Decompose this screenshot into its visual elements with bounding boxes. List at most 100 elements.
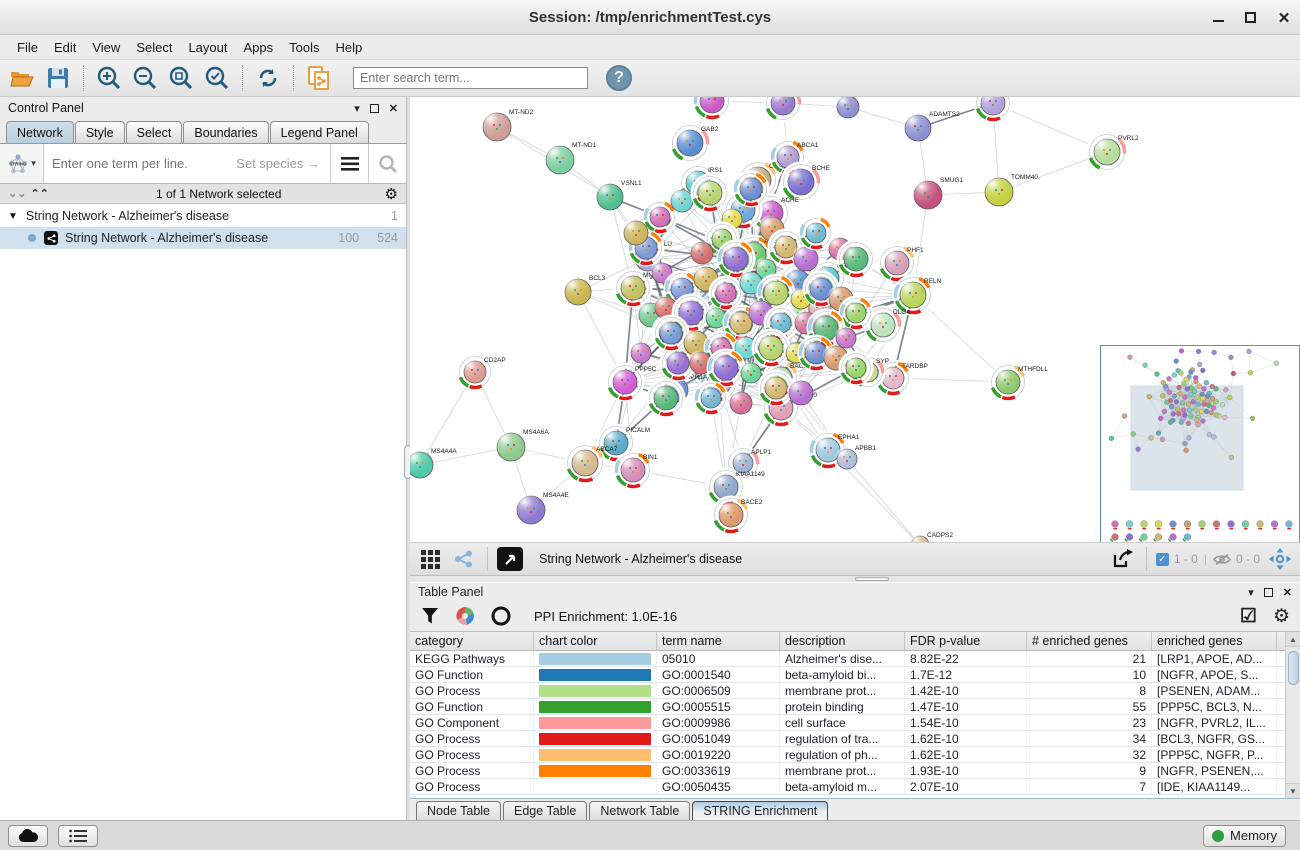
node-SMUG1[interactable]: SMUG1 (913, 177, 964, 209)
close-panel-icon[interactable]: ✕ (389, 102, 398, 115)
node-MT-ND2[interactable]: MT-ND2 (482, 109, 534, 141)
tab-string-enrichment[interactable]: STRING Enrichment (692, 801, 828, 820)
node-MS4A4A[interactable]: MS4A4A (410, 448, 457, 478)
node-MTHFDLL[interactable]: MTHFDLL (989, 363, 1048, 401)
column-header-enriched-genes[interactable]: enriched genes (1152, 632, 1277, 650)
node[interactable] (694, 381, 728, 415)
node-BCL3[interactable]: BCL3 (564, 275, 606, 305)
network-canvas[interactable]: MT-ND2MT-ND1VSNL1GAB2IRS1CHATABCA1BCHEAC… (410, 97, 1300, 543)
node-APBB1[interactable]: APBB1 (836, 445, 876, 469)
tab-select[interactable]: Select (126, 121, 183, 143)
node[interactable] (799, 216, 833, 250)
menu-view[interactable]: View (85, 37, 127, 58)
chart-button[interactable] (454, 605, 476, 627)
zoom-out-button[interactable] (129, 63, 161, 93)
string-search-button[interactable] (368, 144, 406, 183)
tab-boundaries[interactable]: Boundaries (183, 121, 268, 143)
node-BACE2[interactable]: BACE2 (712, 496, 763, 534)
scroll-thumb[interactable] (1288, 651, 1299, 685)
node-MS4A6A[interactable]: MS4A6A (496, 429, 550, 461)
collapse-all-icon[interactable]: ⌄⌄ (8, 187, 26, 200)
scroll-down-icon[interactable]: ▼ (1286, 783, 1300, 798)
menu-select[interactable]: Select (129, 37, 179, 58)
memory-button[interactable]: Memory (1203, 825, 1286, 847)
divider-grip-horizontal[interactable] (855, 577, 889, 581)
save-session-button[interactable] (42, 63, 74, 93)
minimize-button[interactable] (1213, 13, 1224, 22)
tab-network-table[interactable]: Network Table (589, 801, 690, 820)
tab-network[interactable]: Network (6, 121, 74, 143)
export-network-button[interactable] (1109, 547, 1137, 571)
table-row[interactable]: GO ProcessGO:0050435beta-amyloid m...2.0… (410, 779, 1285, 795)
node[interactable] (729, 390, 752, 414)
enrichment-table[interactable]: categorychart colorterm namedescriptionF… (410, 632, 1285, 798)
float-panel-icon[interactable] (370, 104, 379, 113)
node[interactable] (740, 362, 761, 383)
table-float-panel-icon[interactable] (1264, 588, 1273, 597)
node-CD2AP[interactable]: CD2AP (457, 354, 506, 390)
enrichment-settings-gear-icon[interactable]: ⚙ (1273, 605, 1290, 628)
menu-layout[interactable]: Layout (181, 37, 234, 58)
network-row-selected[interactable]: String Network - Alzheimer's disease 100… (0, 227, 406, 249)
node-CADPS2[interactable]: CADPS2 (910, 532, 953, 543)
panel-menu-icon[interactable]: ▾ (354, 102, 360, 115)
node[interactable] (630, 342, 651, 363)
node-ADAMTS2[interactable]: ADAMTS2 (904, 111, 960, 141)
search-input[interactable] (353, 67, 588, 89)
birdseye-toggle-button[interactable] (450, 547, 478, 571)
refresh-button[interactable] (252, 63, 284, 93)
node-BCHE[interactable]: BCHE (781, 162, 831, 202)
column-header-term-name[interactable]: term name (657, 632, 780, 650)
node[interactable] (974, 97, 1012, 122)
scroll-up-icon[interactable]: ▲ (1286, 632, 1300, 647)
ring-chart-button[interactable] (490, 605, 512, 627)
table-row[interactable]: KEGG Pathways05010Alzheimer's dise...8.8… (410, 651, 1285, 667)
string-database-selector[interactable]: STRING ▾ (0, 144, 44, 183)
node-TOMM40[interactable]: TOMM40 (984, 174, 1039, 206)
node[interactable] (693, 97, 731, 120)
birdseye-overview-panel[interactable] (1100, 345, 1300, 543)
menu-apps[interactable]: Apps (237, 37, 281, 58)
table-close-panel-icon[interactable]: ✕ (1283, 586, 1292, 599)
node[interactable] (733, 171, 769, 207)
table-row[interactable]: GO ProcessGO:0033619membrane prot...1.93… (410, 763, 1285, 779)
task-history-button[interactable] (58, 825, 98, 847)
maximize-button[interactable] (1245, 12, 1256, 23)
tab-legend-panel[interactable]: Legend Panel (270, 121, 369, 143)
node-VSNL1[interactable]: VSNL1 (596, 180, 642, 210)
node-PVRL2[interactable]: PVRL2 (1087, 132, 1139, 172)
table-row[interactable]: GO ComponentGO:0009986cell surface1.54E-… (410, 715, 1285, 731)
zoom-selected-button[interactable] (201, 63, 233, 93)
network-collection-row[interactable]: ▼ String Network - Alzheimer's disease 1 (0, 205, 406, 227)
copy-network-button[interactable] (303, 63, 335, 93)
table-panel-menu-icon[interactable]: ▾ (1248, 586, 1254, 599)
zoom-in-button[interactable] (93, 63, 125, 93)
node-BIN1[interactable]: BIN1 (614, 451, 658, 489)
zoom-fit-button[interactable] (165, 63, 197, 93)
node[interactable] (764, 97, 802, 122)
menu-file[interactable]: File (10, 37, 45, 58)
table-row[interactable]: GO FunctionGO:0005515protein binding1.47… (410, 699, 1285, 715)
table-panel-divider[interactable] (410, 576, 1300, 582)
node-MT-ND1[interactable]: MT-ND1 (545, 142, 597, 174)
table-row[interactable]: GO ProcessGO:0006509membrane prot...1.42… (410, 683, 1285, 699)
table-row[interactable]: GO ProcessGO:0051049regulation of tra...… (410, 731, 1285, 747)
string-options-button[interactable] (330, 144, 368, 183)
column-header-FDR-p-value[interactable]: FDR p-value (905, 632, 1027, 650)
detach-view-button[interactable] (497, 547, 523, 571)
tab-node-table[interactable]: Node Table (416, 801, 501, 820)
column-header-category[interactable]: category (410, 632, 534, 650)
tab-edge-table[interactable]: Edge Table (503, 801, 587, 820)
pan-tool-button[interactable] (1266, 547, 1294, 571)
select-terms-icon[interactable]: ☑ (1240, 605, 1257, 628)
string-query-input[interactable] (44, 144, 330, 183)
node-GAB2[interactable]: GAB2 (670, 123, 719, 163)
table-scrollbar[interactable]: ▲ ▼ (1285, 632, 1300, 798)
column-header--enriched-genes[interactable]: # enriched genes (1027, 632, 1152, 650)
filter-button[interactable] (420, 606, 440, 626)
menu-edit[interactable]: Edit (47, 37, 83, 58)
grid-view-button[interactable] (416, 547, 444, 571)
table-row[interactable]: GO FunctionGO:0001540beta-amyloid bi...1… (410, 667, 1285, 683)
tree-caret-icon[interactable]: ▼ (8, 211, 18, 222)
close-button[interactable]: ✕ (1276, 10, 1292, 26)
